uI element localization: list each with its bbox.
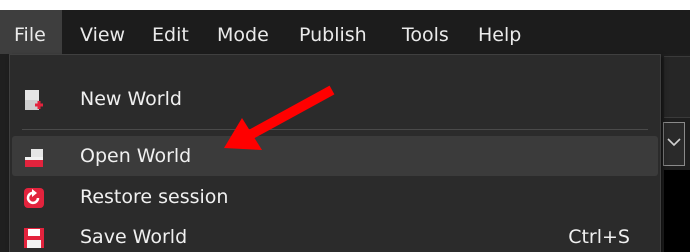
menu-tools[interactable]: Tools (402, 10, 449, 54)
menu-help[interactable]: Help (478, 10, 521, 54)
menu-item-restore-session[interactable]: Restore session (10, 177, 660, 217)
menu-mode[interactable]: Mode (217, 10, 269, 54)
open-world-icon (22, 145, 46, 169)
save-world-icon (22, 226, 46, 250)
new-world-icon (22, 88, 46, 112)
menu-item-label: Restore session (80, 186, 229, 208)
menu-file[interactable]: File (0, 10, 62, 54)
screenshot: File View Edit Mode Publish Tools Help N… (0, 0, 690, 252)
restore-session-icon (22, 186, 46, 210)
menu-item-label: Open World (80, 145, 192, 167)
menu-item-save-world[interactable]: Save World Ctrl+S (10, 217, 660, 252)
chevron-down-icon (667, 138, 681, 147)
menu-edit[interactable]: Edit (152, 10, 189, 54)
menu-bar: File View Edit Mode Publish Tools Help (0, 10, 690, 54)
menu-item-shortcut: Ctrl+S (568, 226, 630, 248)
menu-item-label: Save World (80, 226, 188, 248)
menu-publish[interactable]: Publish (299, 10, 367, 54)
background-toolbar (664, 56, 690, 118)
background-dropdown[interactable] (663, 122, 685, 166)
background-viewport (664, 170, 690, 252)
menu-item-label: New World (80, 88, 182, 110)
annotation-arrow-icon (224, 85, 335, 150)
menu-view[interactable]: View (80, 10, 125, 54)
